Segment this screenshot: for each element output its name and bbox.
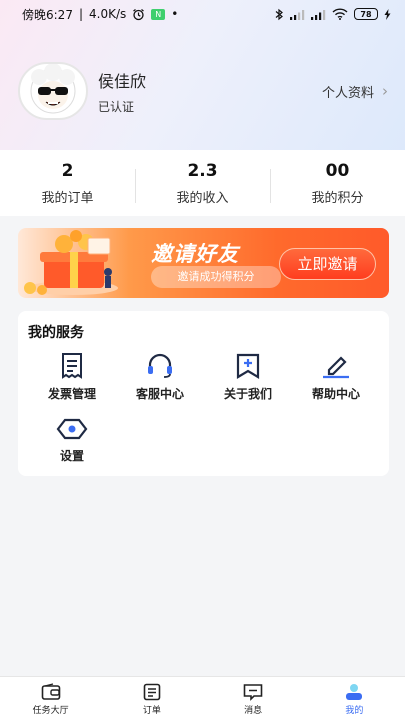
app-notification-icon: N (151, 8, 166, 20)
status-dot: • (171, 7, 179, 21)
invite-banner[interactable]: 邀请好友 邀请成功得积分 立即邀请 (18, 228, 389, 298)
service-about-us[interactable]: 关于我们 (204, 353, 292, 405)
network-speed: 4.0K/s (89, 7, 127, 21)
username: 侯佳欣 (98, 71, 147, 91)
eye-hexagon-icon (56, 418, 88, 440)
profile-link-label: 个人资料 (321, 85, 374, 101)
signal-icon-2 (311, 9, 326, 20)
headset-icon (148, 353, 172, 378)
tab-label: 任务大厅 (32, 706, 69, 716)
tab-label: 我的 (345, 706, 364, 716)
invite-now-button[interactable]: 立即邀请 (279, 248, 376, 280)
bottom-tab-bar: 任务大厅 订单 消息 我的 (0, 676, 405, 720)
banner-title: 邀请好友 (151, 242, 239, 266)
stat-value: 2.3 (187, 160, 218, 181)
invoice-icon (62, 353, 82, 379)
stats-bar: 2 我的订单 2.3 我的收入 00 我的积分 (0, 150, 405, 216)
stat-label: 我的收入 (176, 190, 229, 206)
bookmark-plus-icon (236, 353, 260, 379)
service-label: 设置 (59, 449, 84, 463)
profile-section: 侯佳欣 已认证 个人资料 › (18, 62, 388, 120)
service-settings[interactable]: 设置 (28, 417, 116, 469)
gift-box-illustration-icon (24, 230, 118, 295)
sheep-avatar-icon (30, 64, 76, 114)
battery-icon: 78 (354, 8, 378, 20)
service-customer-support[interactable]: 客服中心 (116, 353, 204, 405)
tab-label: 订单 (142, 706, 161, 716)
stat-orders[interactable]: 2 我的订单 (0, 161, 135, 206)
banner-subtitle: 邀请成功得积分 (151, 266, 281, 288)
tab-mine[interactable]: 我的 (304, 677, 405, 720)
service-label: 发票管理 (47, 387, 96, 401)
tab-messages[interactable]: 消息 (203, 677, 304, 720)
stat-label: 我的积分 (311, 190, 364, 206)
stat-value: 00 (325, 160, 350, 181)
tab-orders[interactable]: 订单 (101, 677, 202, 720)
person-icon (346, 684, 363, 700)
stat-label: 我的订单 (41, 190, 94, 206)
list-icon (143, 683, 161, 701)
wallet-icon (41, 683, 60, 700)
message-icon (243, 684, 263, 701)
service-label: 关于我们 (223, 387, 272, 401)
service-label: 帮助中心 (311, 387, 360, 401)
tab-label: 消息 (244, 706, 263, 716)
status-time: 傍晚6:27 (22, 7, 73, 22)
service-label: 客服中心 (135, 387, 184, 401)
bluetooth-icon (275, 8, 283, 20)
verification-status: 已认证 (98, 99, 135, 114)
tab-task-hall[interactable]: 任务大厅 (0, 677, 101, 720)
signal-icon (290, 9, 305, 20)
alarm-icon (133, 8, 145, 20)
chevron-right-icon: › (382, 82, 388, 100)
stat-income[interactable]: 2.3 我的收入 (135, 161, 270, 206)
profile-link[interactable]: 个人资料 › (322, 82, 388, 101)
wifi-icon (332, 8, 348, 20)
services-card: 我的服务 发票管理 客服中心 关于我们 帮助中心 设置 (18, 311, 389, 476)
avatar[interactable] (18, 62, 88, 120)
services-title: 我的服务 (28, 325, 84, 341)
stat-value: 2 (61, 160, 74, 181)
service-invoice[interactable]: 发票管理 (28, 353, 116, 405)
charging-icon (384, 8, 391, 20)
pencil-icon (323, 356, 349, 379)
status-bar: 傍晚6:27 | 4.0K/s N • 78 (0, 0, 405, 28)
service-help-center[interactable]: 帮助中心 (292, 353, 380, 405)
stat-points[interactable]: 00 我的积分 (270, 161, 405, 206)
